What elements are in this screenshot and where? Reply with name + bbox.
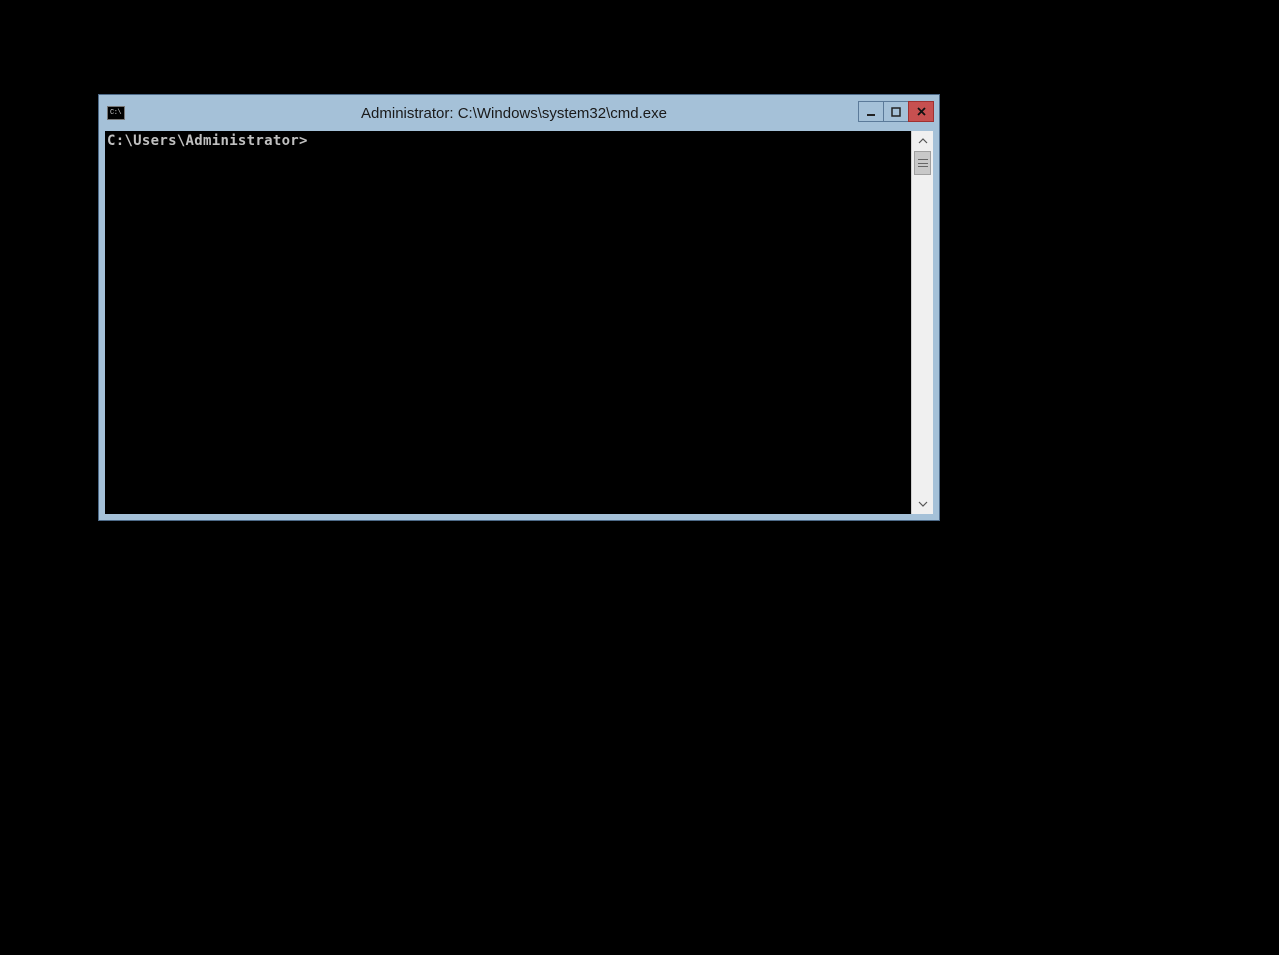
console-output[interactable]: C:\Users\Administrator> bbox=[105, 131, 911, 514]
window-title: Administrator: C:\Windows\system32\cmd.e… bbox=[133, 105, 935, 122]
client-area: C:\Users\Administrator> bbox=[105, 131, 933, 514]
scroll-up-button[interactable] bbox=[912, 131, 933, 151]
minimize-icon bbox=[866, 107, 876, 117]
maximize-icon bbox=[891, 107, 901, 117]
chevron-down-icon bbox=[918, 501, 928, 507]
window-controls bbox=[859, 101, 934, 122]
cmd-icon-label: C:\ bbox=[110, 110, 121, 117]
chevron-up-icon bbox=[918, 138, 928, 144]
cmd-window: C:\ Administrator: C:\Windows\system32\c… bbox=[98, 94, 940, 521]
vertical-scrollbar[interactable] bbox=[911, 131, 933, 514]
close-button[interactable] bbox=[908, 101, 934, 122]
scroll-track[interactable] bbox=[912, 151, 933, 494]
prompt-line: C:\Users\Administrator> bbox=[107, 133, 308, 149]
maximize-button[interactable] bbox=[883, 101, 909, 122]
close-icon bbox=[916, 106, 927, 117]
scroll-thumb[interactable] bbox=[914, 151, 931, 175]
titlebar[interactable]: C:\ Administrator: C:\Windows\system32\c… bbox=[99, 95, 939, 131]
cmd-icon[interactable]: C:\ bbox=[107, 106, 125, 120]
grip-icon bbox=[918, 159, 928, 167]
minimize-button[interactable] bbox=[858, 101, 884, 122]
scroll-down-button[interactable] bbox=[912, 494, 933, 514]
